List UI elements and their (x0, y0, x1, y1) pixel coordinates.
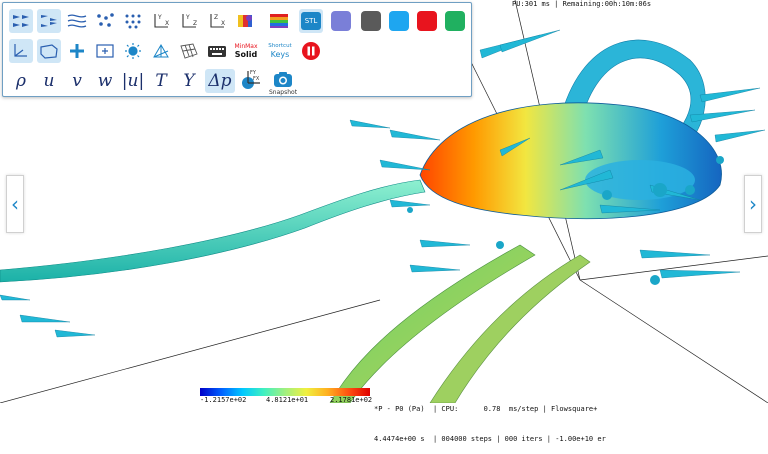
colormap-icon[interactable] (233, 9, 257, 33)
timing-status: PU:301 ms | Remaining:00h:10m:06s (512, 0, 652, 8)
var-y-button[interactable]: Y (177, 69, 201, 93)
rainbow-palette-icon[interactable] (267, 9, 291, 33)
var-w-button[interactable]: w (93, 69, 117, 93)
color-swatch-green[interactable] (443, 9, 467, 33)
vector-mode-1-icon[interactable] (9, 9, 33, 33)
mesh-icon[interactable] (177, 39, 201, 63)
color-swatch-gray[interactable] (359, 9, 383, 33)
axes-toggle-icon[interactable] (9, 39, 33, 63)
var-umag-button[interactable]: |u| (121, 69, 145, 93)
nav-right-button[interactable]: › (744, 175, 762, 233)
shortcut-keys-button[interactable]: Shortcut Keys (265, 39, 295, 63)
sim-info-line2: 4.4474e+00 s | 004000 steps | 000 iters … (374, 435, 606, 443)
nav-left-button[interactable]: ‹ (6, 175, 24, 233)
view-yz-icon[interactable]: YZ (177, 9, 201, 33)
minmax-solid-button[interactable]: MinMax Solid (233, 39, 259, 63)
keys-label: Keys (270, 50, 290, 59)
var-rho-button[interactable]: ρ (9, 69, 33, 93)
svg-text:X: X (165, 20, 169, 27)
svg-text:FX: FX (253, 76, 260, 82)
var-dp-button[interactable]: Δp (205, 69, 235, 93)
tool-palette: YX YZ ZX STL MinMax Solid Shortcut Keys (2, 2, 472, 97)
snapshot-label: Snapshot (269, 89, 298, 96)
svg-text:X: X (221, 20, 225, 27)
var-w-label: w (97, 71, 113, 91)
stl-label: STL (301, 12, 321, 30)
view-zx-icon[interactable]: ZX (205, 9, 229, 33)
wireframe-icon[interactable] (149, 39, 173, 63)
colorbar (200, 388, 370, 396)
light-icon[interactable] (121, 39, 145, 63)
minmax-label: MinMax (234, 43, 258, 50)
chevron-right-icon: › (749, 192, 757, 216)
color-swatch-blue[interactable] (387, 9, 411, 33)
snapshot-button[interactable] (271, 67, 295, 91)
solid-label: Solid (234, 50, 258, 59)
var-t-label: T (155, 71, 167, 91)
var-u-label: u (43, 71, 55, 91)
color-swatch-purple[interactable] (329, 9, 353, 33)
var-t-button[interactable]: T (149, 69, 173, 93)
add-box-icon[interactable] (93, 39, 117, 63)
chevron-left-icon: ‹ (11, 192, 19, 216)
var-u-button[interactable]: u (37, 69, 61, 93)
var-dp-label: Δp (208, 71, 232, 91)
shortcut-label: Shortcut (268, 43, 292, 49)
force-vector-icon[interactable]: FY FX (239, 67, 263, 91)
var-rho-label: ρ (16, 71, 26, 91)
streamtube-left (0, 179, 426, 283)
var-umag-label: |u| (121, 71, 145, 91)
svg-text:Y: Y (185, 14, 190, 21)
streamline-icon[interactable] (65, 9, 89, 33)
keyboard-icon[interactable] (205, 39, 229, 63)
svg-text:Z: Z (193, 20, 197, 27)
svg-text:Z: Z (214, 14, 218, 21)
vector-mode-2-icon[interactable] (37, 9, 61, 33)
points-icon[interactable] (121, 9, 145, 33)
var-y-label: Y (183, 71, 195, 91)
pause-button[interactable] (299, 39, 323, 63)
stl-button[interactable]: STL (299, 9, 323, 33)
streamtube-lower-2 (429, 254, 591, 403)
svg-text:Y: Y (157, 14, 162, 21)
var-v-label: v (72, 71, 82, 91)
simulation-info: *P - P0 (Pa) | CPU: 0.78 ms/step | Flows… (374, 384, 606, 454)
particles-icon[interactable] (93, 9, 117, 33)
color-swatch-red[interactable] (415, 9, 439, 33)
bounding-box-icon[interactable] (37, 39, 61, 63)
sim-info-line1: *P - P0 (Pa) | CPU: 0.78 ms/step | Flows… (374, 405, 598, 413)
view-xy-icon[interactable]: YX (149, 9, 173, 33)
add-slice-icon[interactable] (65, 39, 89, 63)
var-v-button[interactable]: v (65, 69, 89, 93)
